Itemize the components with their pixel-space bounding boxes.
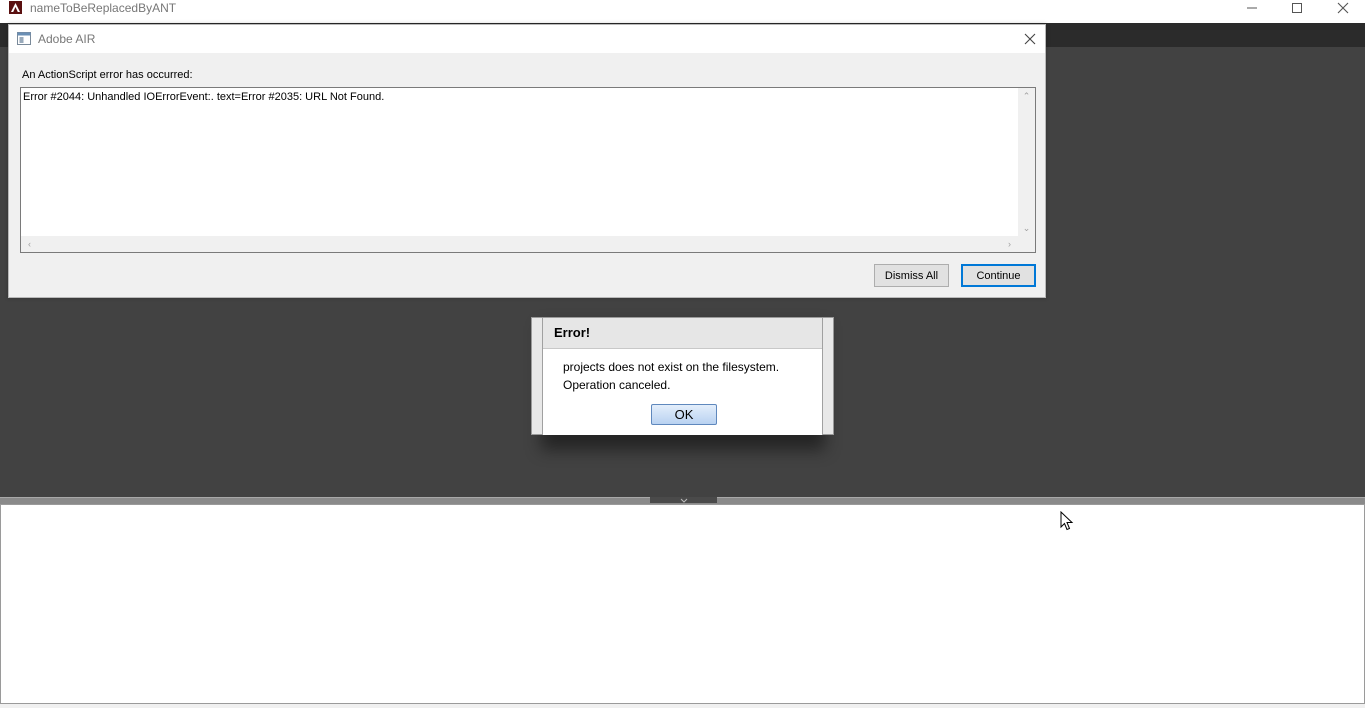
adobe-logo-icon	[9, 1, 22, 14]
dialog-close-button[interactable]	[1021, 30, 1039, 48]
minimize-icon	[1247, 7, 1257, 9]
error-message-line-1: projects does not exist on the filesyste…	[563, 360, 780, 374]
scrollbar-corner	[1018, 236, 1035, 252]
dismiss-all-button[interactable]: Dismiss All	[874, 264, 949, 287]
divider-handle[interactable]	[650, 497, 717, 503]
horizontal-scrollbar[interactable]: ‹ ›	[21, 236, 1018, 252]
scroll-left-icon[interactable]: ‹	[21, 236, 38, 252]
maximize-icon	[1292, 3, 1302, 13]
scroll-up-icon[interactable]: ⌃	[1018, 88, 1035, 104]
error-dialog-title: Error!	[554, 325, 591, 340]
dialog-title: Adobe AIR	[38, 32, 96, 46]
close-button[interactable]	[1320, 0, 1365, 16]
window-app-icon	[17, 32, 31, 45]
dialog-title-bar: Adobe AIR	[9, 25, 1045, 53]
vertical-scrollbar[interactable]: ⌃ ⌄	[1018, 88, 1035, 236]
error-details-text: Error #2044: Unhandled IOErrorEvent:. te…	[23, 91, 385, 103]
error-details-textarea[interactable]: Error #2044: Unhandled IOErrorEvent:. te…	[20, 87, 1036, 253]
error-dialog-body: Error! projects does not exist on the fi…	[542, 318, 823, 435]
window-title: nameToBeReplacedByANT	[30, 1, 177, 15]
scroll-down-icon[interactable]: ⌄	[1018, 220, 1035, 236]
actionscript-error-dialog: Adobe AIR An ActionScript error has occu…	[8, 24, 1046, 298]
error-label: An ActionScript error has occurred:	[22, 69, 193, 81]
bottom-console-panel	[0, 504, 1365, 704]
error-dialog: Error! projects does not exist on the fi…	[531, 317, 834, 435]
close-icon	[1337, 2, 1349, 14]
main-title-bar: nameToBeReplacedByANT	[0, 0, 1365, 23]
error-message-line-2: Operation canceled.	[563, 378, 671, 392]
maximize-button[interactable]	[1274, 0, 1320, 16]
scroll-right-icon[interactable]: ›	[1001, 236, 1018, 252]
continue-button[interactable]: Continue	[961, 264, 1036, 287]
mouse-pointer-icon	[1060, 511, 1074, 531]
close-icon	[1024, 33, 1036, 45]
error-dialog-header: Error!	[543, 318, 822, 349]
minimize-button[interactable]	[1229, 0, 1275, 16]
ok-button[interactable]: OK	[651, 404, 717, 425]
chevron-down-icon	[680, 498, 687, 503]
